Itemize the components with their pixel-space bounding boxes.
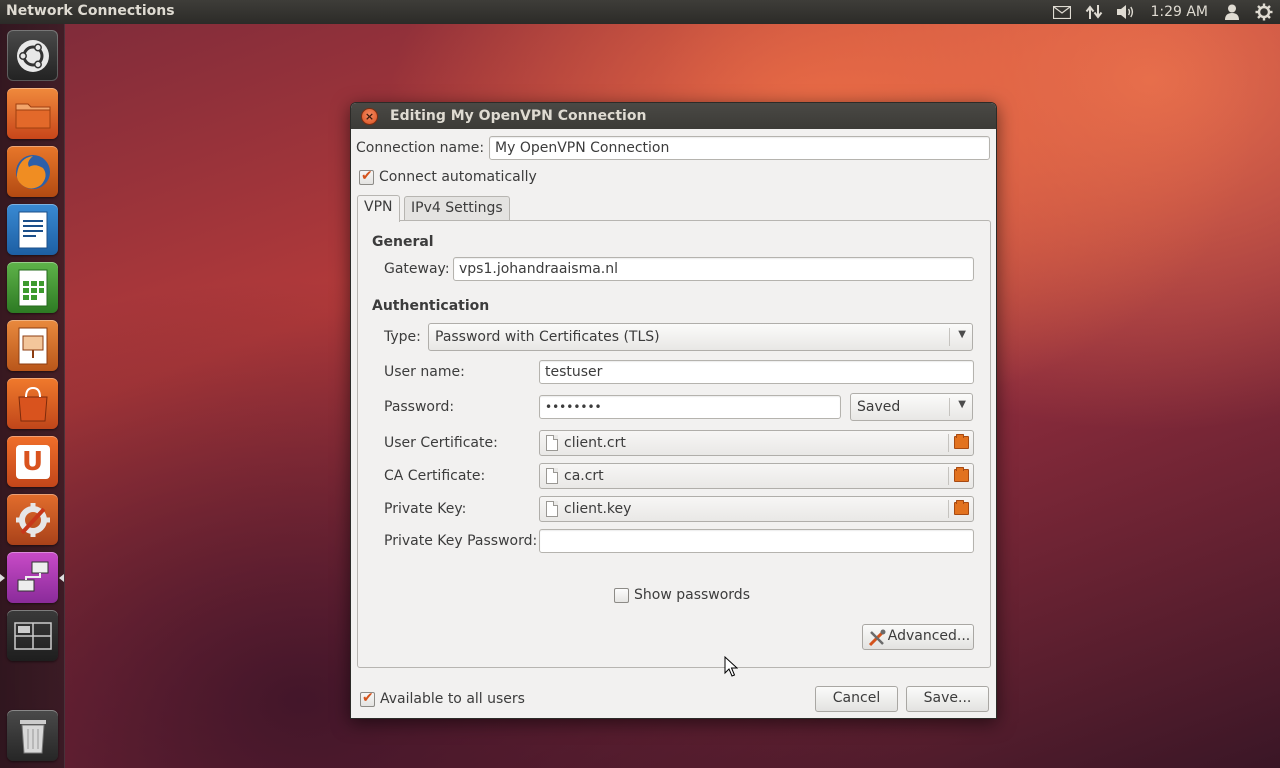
dialog-titlebar[interactable]: × Editing My OpenVPN Connection xyxy=(351,103,996,129)
ubuntu-one-button[interactable]: U xyxy=(7,436,58,487)
network-connections-button[interactable] xyxy=(7,552,58,603)
password-storage-select[interactable]: Saved ▼ xyxy=(850,393,973,421)
auth-type-value: Password with Certificates (TLS) xyxy=(435,329,660,345)
running-indicator xyxy=(0,574,5,582)
chooser-separator xyxy=(948,500,949,518)
settings-icon xyxy=(15,502,50,537)
mouse-pointer-icon xyxy=(724,656,738,677)
dash-home-button[interactable] xyxy=(7,30,58,81)
tab-vpn[interactable]: VPN xyxy=(357,195,400,222)
system-settings-button[interactable] xyxy=(7,494,58,545)
software-center-button[interactable] xyxy=(7,378,58,429)
user-certificate-value: client.crt xyxy=(564,435,626,451)
folder-icon xyxy=(15,103,50,128)
connection-name-input[interactable]: My OpenVPN Connection xyxy=(489,136,990,160)
writer-button[interactable] xyxy=(7,204,58,255)
close-icon[interactable]: × xyxy=(361,108,378,125)
password-storage-value: Saved xyxy=(857,399,901,415)
user-certificate-label: User Certificate: xyxy=(384,435,498,451)
impress-icon xyxy=(18,327,47,364)
tools-icon xyxy=(868,629,886,647)
volume-icon[interactable] xyxy=(1110,0,1142,24)
folder-icon xyxy=(954,434,969,449)
workspace-switcher-button[interactable] xyxy=(7,610,58,661)
gateway-label: Gateway: xyxy=(384,261,450,277)
advanced-button-label: Advanced... xyxy=(887,628,971,644)
combo-separator xyxy=(949,328,950,346)
network-connections-icon xyxy=(17,561,48,591)
firefox-button[interactable] xyxy=(7,146,58,197)
edit-connection-dialog: × Editing My OpenVPN Connection Connecti… xyxy=(350,102,997,719)
combo-separator xyxy=(949,398,950,416)
available-all-users-checkbox[interactable]: ✔ xyxy=(360,690,375,707)
private-key-password-label: Private Key Password: xyxy=(384,533,538,549)
top-panel: Network Connections 1:29 AM xyxy=(0,0,1280,24)
files-button[interactable] xyxy=(7,88,58,139)
focused-indicator xyxy=(59,574,64,582)
calc-button[interactable] xyxy=(7,262,58,313)
connect-automatically-checkbox[interactable]: ✔ xyxy=(359,168,374,185)
private-key-chooser[interactable]: client.key xyxy=(539,496,974,522)
username-input[interactable]: testuser xyxy=(539,360,974,384)
ca-certificate-label: CA Certificate: xyxy=(384,468,486,484)
chevron-down-icon: ▼ xyxy=(958,329,966,340)
mail-icon[interactable] xyxy=(1046,0,1078,24)
private-key-label: Private Key: xyxy=(384,501,467,517)
show-passwords-label: Show passwords xyxy=(634,587,750,603)
auth-type-select[interactable]: Password with Certificates (TLS) ▼ xyxy=(428,323,973,351)
private-key-value: client.key xyxy=(564,501,632,517)
private-key-password-input[interactable] xyxy=(539,529,974,553)
trash-button[interactable] xyxy=(7,710,58,761)
folder-icon xyxy=(954,500,969,515)
active-app-title: Network Connections xyxy=(6,3,175,19)
trash-icon xyxy=(19,719,46,753)
ca-certificate-value: ca.crt xyxy=(564,468,604,484)
type-label: Type: xyxy=(384,329,421,345)
indicator-area: 1:29 AM xyxy=(1046,0,1280,24)
username-label: User name: xyxy=(384,364,465,380)
cancel-button[interactable]: Cancel xyxy=(815,686,898,712)
chooser-separator xyxy=(948,434,949,452)
authentication-heading: Authentication xyxy=(372,298,490,314)
session-gear-icon[interactable] xyxy=(1248,0,1280,24)
launcher: U xyxy=(0,24,65,768)
shopping-bag-icon xyxy=(17,386,48,421)
show-passwords-checkbox[interactable] xyxy=(614,588,629,603)
connect-automatically-label: Connect automatically xyxy=(379,169,537,185)
file-icon xyxy=(546,468,558,484)
writer-icon xyxy=(18,211,47,248)
ubuntu-logo-icon xyxy=(16,39,49,72)
ca-certificate-chooser[interactable]: ca.crt xyxy=(539,463,974,489)
ubuntu-one-icon: U xyxy=(15,444,50,479)
calc-icon xyxy=(18,269,47,306)
file-icon xyxy=(546,435,558,451)
user-certificate-chooser[interactable]: client.crt xyxy=(539,430,974,456)
connection-name-label: Connection name: xyxy=(356,140,485,156)
password-label: Password: xyxy=(384,399,455,415)
chooser-separator xyxy=(948,467,949,485)
gateway-input[interactable]: vps1.johandraaisma.nl xyxy=(453,257,974,281)
chevron-down-icon: ▼ xyxy=(958,399,966,410)
network-icon[interactable] xyxy=(1078,0,1110,24)
tab-ipv4-settings[interactable]: IPv4 Settings xyxy=(404,196,510,221)
save-button[interactable]: Save... xyxy=(906,686,989,712)
password-input[interactable]: •••••••• xyxy=(539,395,841,419)
impress-button[interactable] xyxy=(7,320,58,371)
user-icon[interactable] xyxy=(1216,0,1248,24)
general-heading: General xyxy=(372,234,434,250)
file-icon xyxy=(546,501,558,517)
clock[interactable]: 1:29 AM xyxy=(1142,0,1216,24)
dialog-title: Editing My OpenVPN Connection xyxy=(390,108,647,124)
firefox-icon xyxy=(15,154,50,189)
available-all-users-label: Available to all users xyxy=(380,691,525,707)
workspace-icon xyxy=(13,621,52,650)
advanced-button[interactable]: Advanced... xyxy=(862,624,974,650)
folder-icon xyxy=(954,467,969,482)
